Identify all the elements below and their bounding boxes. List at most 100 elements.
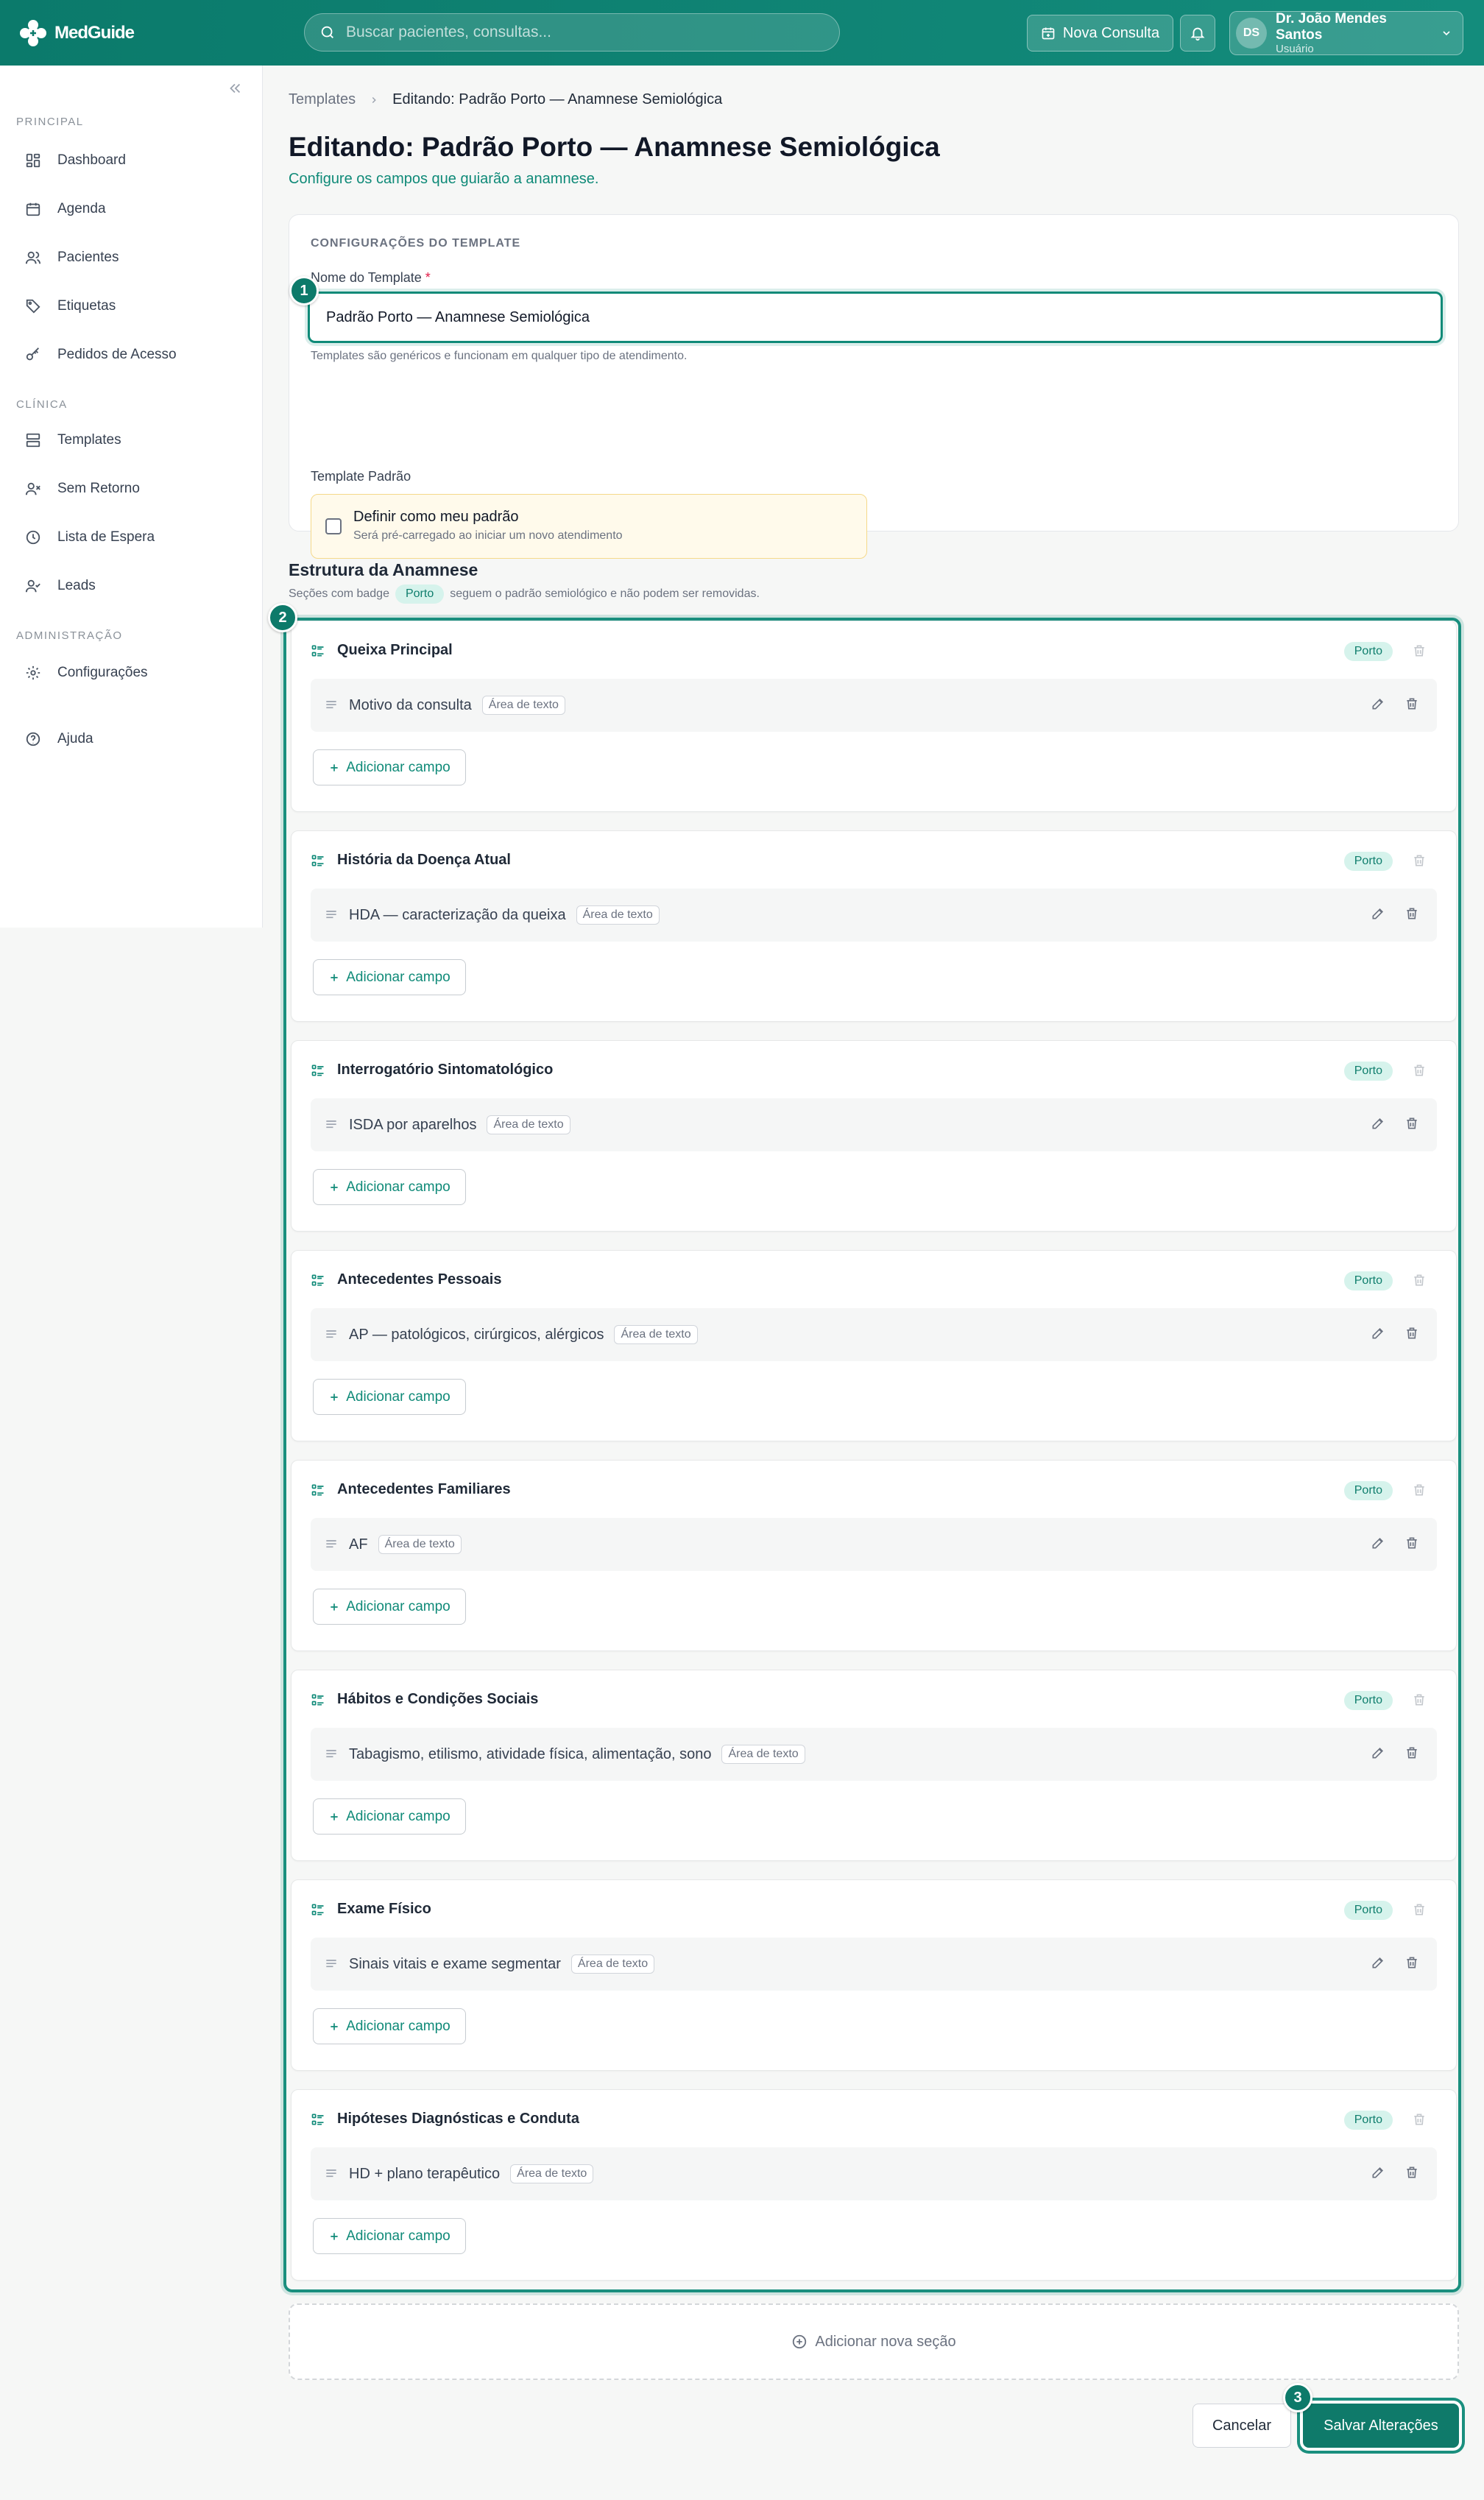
section-header: Antecedentes Familiares	[311, 1481, 511, 1498]
delete-section-icon	[1412, 1483, 1427, 1497]
template-name-input[interactable]	[308, 292, 1443, 343]
delete-field-icon[interactable]	[1404, 1955, 1419, 1970]
porto-badge: Porto	[1343, 1901, 1393, 1920]
delete-field-icon[interactable]	[1404, 1326, 1419, 1341]
notifications-button[interactable]	[1180, 15, 1215, 52]
section-title: Queixa Principal	[337, 642, 453, 658]
sidebar-item-configuracoes[interactable]: Configurações	[16, 654, 244, 691]
add-field-button[interactable]: Adicionar campo	[313, 959, 466, 995]
plus-icon	[328, 2231, 340, 2242]
section-title: Interrogatório Sintomatológico	[337, 1062, 554, 1078]
sidebar-item-label: Etiquetas	[57, 298, 116, 314]
edit-field-icon[interactable]	[1371, 696, 1385, 711]
sidebar-item-dashboard[interactable]: Dashboard	[16, 142, 244, 179]
delete-field-icon[interactable]	[1404, 1116, 1419, 1131]
text-area-icon	[324, 1957, 339, 1971]
page-title: Editando: Padrão Porto — Anamnese Semiol…	[289, 132, 940, 162]
edit-field-icon[interactable]	[1371, 1955, 1385, 1970]
field-name: Motivo da consulta	[349, 696, 472, 713]
add-field-label: Adicionar campo	[346, 1808, 451, 1824]
users-icon	[25, 250, 41, 266]
add-field-button[interactable]: Adicionar campo	[313, 1379, 466, 1415]
plus-circle-icon	[791, 2334, 808, 2350]
app-name: MedGuide	[54, 23, 135, 43]
field-row: HDA — caracterização da queixa Área de te…	[311, 889, 1437, 942]
app-logo[interactable]: MedGuide	[18, 15, 135, 52]
sidebar-item-agenda[interactable]: Agenda	[16, 191, 244, 227]
settings-heading: CONFIGURAÇÕES DO TEMPLATE	[311, 237, 521, 250]
delete-field-icon[interactable]	[1404, 696, 1419, 711]
field-row: Motivo da consulta Área de texto	[311, 679, 1437, 732]
porto-badge: Porto	[1343, 1481, 1393, 1500]
section-card: Antecedentes Familiares Porto AF Área de te…	[291, 1460, 1457, 1651]
add-field-button[interactable]: Adicionar campo	[313, 1798, 466, 1835]
edit-field-icon[interactable]	[1371, 1326, 1385, 1341]
section-header: Hábitos e Condições Sociais	[311, 1691, 538, 1708]
step-marker-1: 1	[289, 276, 319, 306]
sidebar-item-pedidos-de-acesso[interactable]: Pedidos de Acesso	[16, 336, 244, 373]
section-card: Interrogatório Sintomatológico Porto ISDA …	[291, 1040, 1457, 1232]
search-input[interactable]	[346, 24, 817, 41]
field-type-badge: Área de texto	[614, 1325, 698, 1344]
delete-section-icon	[1412, 1273, 1427, 1288]
delete-field-icon[interactable]	[1404, 1536, 1419, 1550]
search-bar[interactable]	[304, 13, 840, 52]
sidebar-item-pacientes[interactable]: Pacientes	[16, 239, 244, 276]
edit-field-icon[interactable]	[1371, 1536, 1385, 1550]
edit-field-icon[interactable]	[1371, 906, 1385, 921]
section-card: Hábitos e Condições Sociais Porto Tabagism…	[291, 1670, 1457, 1861]
add-section-button[interactable]: Adicionar nova seção	[289, 2303, 1459, 2380]
edit-field-icon[interactable]	[1371, 1116, 1385, 1131]
delete-field-icon[interactable]	[1404, 2165, 1419, 2180]
porto-badge: Porto	[1343, 2111, 1393, 2130]
sidebar-item-label: Leads	[57, 578, 96, 593]
sidebar-item-lista-de-espera[interactable]: Lista de Espera	[16, 519, 244, 556]
field-name: ISDA por aparelhos	[349, 1116, 477, 1133]
edit-field-icon[interactable]	[1371, 2165, 1385, 2180]
delete-field-icon[interactable]	[1404, 906, 1419, 921]
add-field-button[interactable]: Adicionar campo	[313, 1589, 466, 1625]
default-template-option[interactable]: Definir como meu padrão Será pré-carrega…	[311, 494, 867, 559]
plus-icon	[328, 762, 340, 774]
sidebar-item-templates[interactable]: Templates	[16, 422, 244, 459]
sidebar-item-label: Ajuda	[57, 731, 93, 746]
sidebar-item-etiquetas[interactable]: Etiquetas	[16, 288, 244, 325]
add-field-button[interactable]: Adicionar campo	[313, 749, 466, 785]
add-field-button[interactable]: Adicionar campo	[313, 1169, 466, 1205]
field-row: Tabagismo, etilismo, atividade física, a…	[311, 1728, 1437, 1781]
section-header: Hipóteses Diagnósticas e Conduta	[311, 2111, 579, 2128]
field-row: AF Área de texto	[311, 1518, 1437, 1571]
delete-field-icon[interactable]	[1404, 1745, 1419, 1760]
section-card: Queixa Principal Porto Motivo da consulta Á…	[291, 621, 1457, 812]
add-field-button[interactable]: Adicionar campo	[313, 2008, 466, 2044]
sidebar-item-ajuda[interactable]: Ajuda	[16, 721, 244, 758]
section-list-icon	[311, 643, 325, 658]
breadcrumb-parent[interactable]: Templates	[289, 91, 356, 108]
top-bar: MedGuide Nova Consulta DS Dr. João Mende…	[0, 0, 1484, 66]
edit-field-icon[interactable]	[1371, 1745, 1385, 1760]
add-section-label: Adicionar nova seção	[815, 2333, 956, 2350]
calendar-plus-icon	[1041, 26, 1056, 40]
sidebar-item-label: Pacientes	[57, 250, 119, 265]
cancel-button[interactable]: Cancelar	[1192, 2404, 1291, 2448]
delete-section-icon	[1412, 2112, 1427, 2127]
add-field-label: Adicionar campo	[346, 1388, 451, 1405]
step-marker-2: 2	[268, 603, 297, 632]
sidebar-item-label: Dashboard	[57, 152, 126, 168]
field-row: AP — patológicos, cirúrgicos, alérgicos Á…	[311, 1308, 1437, 1361]
add-field-button[interactable]: Adicionar campo	[313, 2218, 466, 2254]
field-row: ISDA por aparelhos Área de texto	[311, 1098, 1437, 1151]
section-list-icon	[311, 1063, 325, 1078]
text-area-icon	[324, 908, 339, 922]
sidebar-item-sem-retorno[interactable]: Sem Retorno	[16, 470, 244, 507]
sidebar-item-leads[interactable]: Leads	[16, 568, 244, 604]
new-consult-button[interactable]: Nova Consulta	[1027, 15, 1173, 52]
porto-badge: Porto	[1343, 1271, 1393, 1290]
default-checkbox[interactable]	[325, 518, 342, 534]
default-checkbox-desc: Será pré-carregado ao iniciar um novo at…	[353, 529, 623, 542]
collapse-sidebar-icon[interactable]	[227, 80, 243, 96]
user-check-icon	[25, 578, 41, 594]
save-button[interactable]: Salvar Alterações	[1303, 2404, 1459, 2448]
search-icon	[319, 24, 336, 40]
user-menu[interactable]: DS Dr. João Mendes Santos Usuário	[1229, 11, 1463, 55]
